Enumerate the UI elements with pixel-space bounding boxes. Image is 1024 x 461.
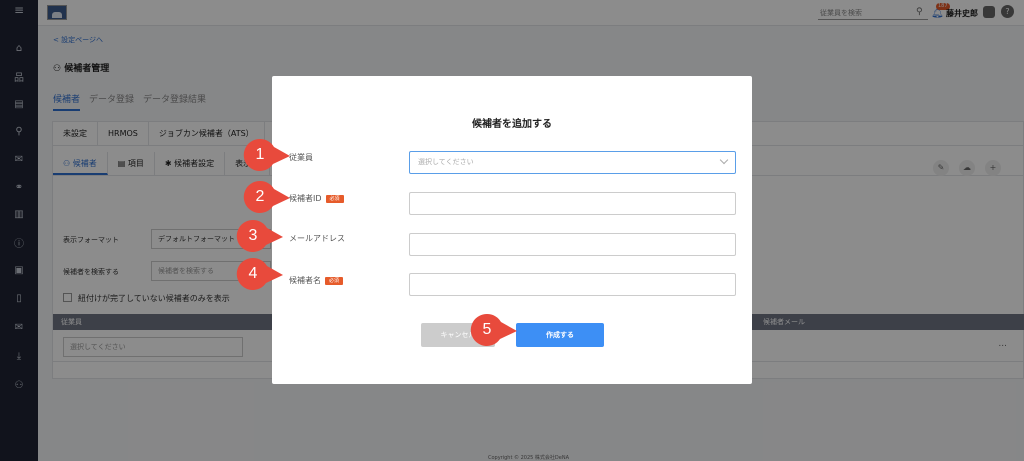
employee-select-placeholder: 選択してください xyxy=(418,158,474,166)
chevron-down-icon xyxy=(719,155,729,165)
callout-marker: 3 xyxy=(236,219,284,253)
candidate-id-field-label: 候補者ID 必須 xyxy=(289,193,344,204)
required-badge: 必須 xyxy=(325,276,344,285)
employee-field-label: 従業員 xyxy=(289,153,313,162)
employee-select[interactable]: 選択してください xyxy=(409,151,736,174)
required-badge: 必須 xyxy=(325,194,344,203)
modal-title: 候補者を追加する xyxy=(472,119,552,130)
create-button[interactable]: 作成する xyxy=(516,323,604,347)
candidate-name-field-label: 候補者名 必須 xyxy=(289,275,344,286)
candidate-id-input[interactable] xyxy=(409,192,736,215)
candidate-name-input[interactable] xyxy=(409,273,736,296)
callout-marker: 1 xyxy=(243,138,291,172)
callout-marker: 5 xyxy=(470,313,518,347)
callout-marker: 2 xyxy=(243,180,291,214)
email-input[interactable] xyxy=(409,233,736,256)
callout-marker: 4 xyxy=(236,257,284,291)
email-field-label: メールアドレス xyxy=(289,234,345,243)
